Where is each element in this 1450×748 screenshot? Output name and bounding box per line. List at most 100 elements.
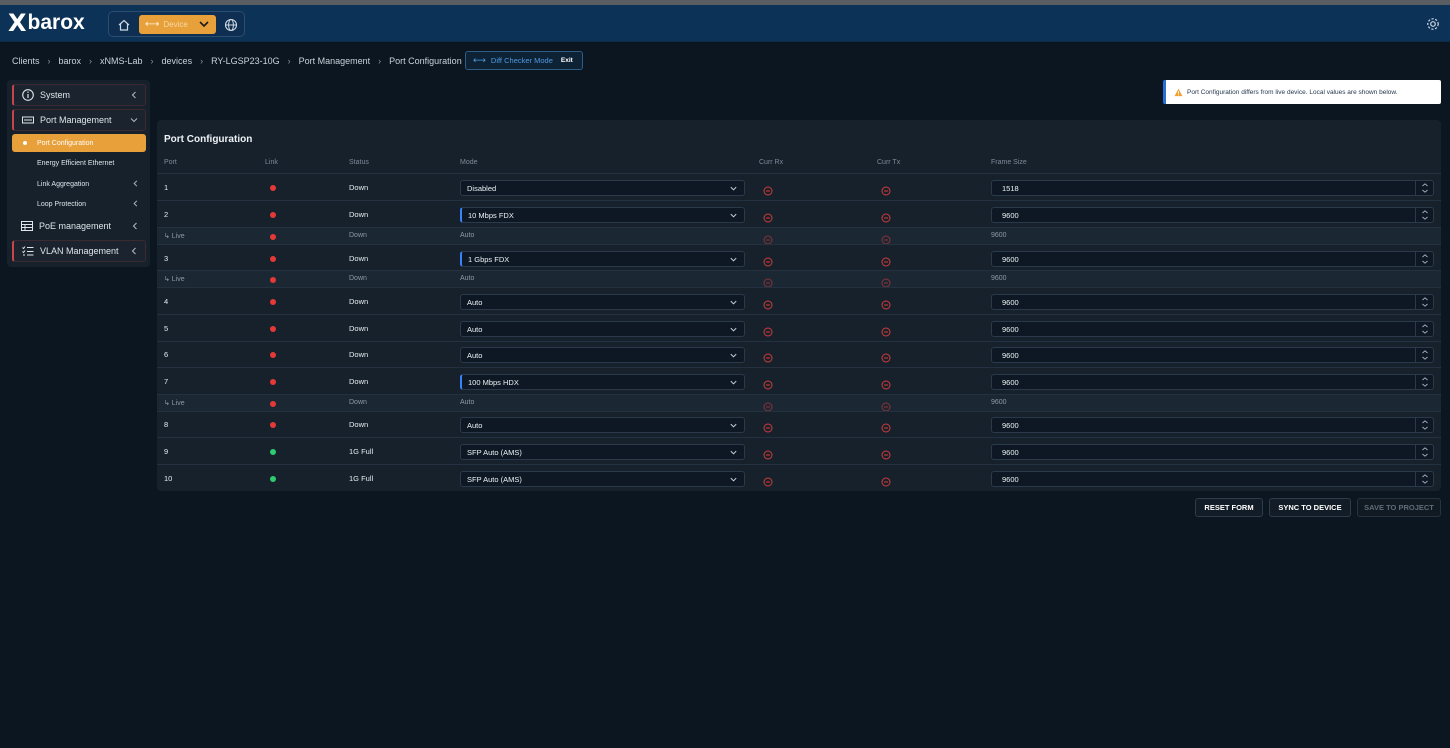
mode-select[interactable]: SFP Auto (AMS) xyxy=(460,444,745,460)
mode-select[interactable]: 100 Mbps HDX xyxy=(460,374,745,390)
breadcrumb-separator: › xyxy=(200,56,204,66)
chevron-left-icon xyxy=(129,246,139,256)
stepper-arrows-icon[interactable] xyxy=(1415,322,1433,336)
curr-rx-unavailable-icon xyxy=(763,210,773,223)
stepper-arrows-icon[interactable] xyxy=(1415,445,1433,459)
port-status: 1G Full xyxy=(349,447,374,456)
curr-rx-unavailable-icon xyxy=(763,324,773,337)
mode-select-value: SFP Auto (AMS) xyxy=(467,474,522,484)
port-status: 1G Full xyxy=(349,474,374,483)
sync-to-device-button[interactable]: SYNC TO DEVICE xyxy=(1269,498,1351,517)
breadcrumb-barox[interactable]: barox xyxy=(59,56,82,66)
breadcrumb-separator: › xyxy=(47,56,51,66)
save-to-project-button[interactable]: SAVE TO PROJECT xyxy=(1357,498,1441,517)
sidebar-item-label: Port Management xyxy=(40,115,112,125)
port-number: 5 xyxy=(164,324,169,333)
frame-size-value: 9600 xyxy=(1002,420,1019,430)
sidebar-item-vlan-management[interactable]: VLAN Management xyxy=(12,240,146,262)
curr-tx-unavailable-icon xyxy=(881,350,891,363)
sidebar-item-label: Energy Efficient Ethernet xyxy=(37,159,115,167)
mode-select[interactable]: Auto xyxy=(460,417,745,433)
sidebar-item-loop-protection[interactable]: Loop Protection xyxy=(12,196,146,212)
mode-select[interactable]: SFP Auto (AMS) xyxy=(460,471,745,487)
sidebar-item-label: System xyxy=(40,90,71,100)
frame-size-input[interactable]: 9600 xyxy=(991,251,1434,267)
barox-logo[interactable]: X barox xyxy=(8,9,85,37)
stepper-arrows-icon[interactable] xyxy=(1415,181,1433,195)
chevron-down-icon xyxy=(729,448,738,457)
mode-select[interactable]: Auto xyxy=(460,347,745,363)
sidebar-item-port-configuration[interactable]: Port Configuration xyxy=(12,134,146,152)
stepper-arrows-icon[interactable] xyxy=(1415,348,1433,362)
frame-size-input[interactable]: 1518 xyxy=(991,180,1434,196)
curr-rx-unavailable-icon xyxy=(763,275,773,288)
curr-rx-unavailable-icon xyxy=(763,297,773,310)
frame-size-input[interactable]: 9600 xyxy=(991,444,1434,460)
frame-size-input[interactable]: 9600 xyxy=(991,471,1434,487)
sidebar-item-port-management[interactable]: Port Management xyxy=(12,109,146,131)
sidebar-item-system[interactable]: System xyxy=(12,84,146,106)
port-number: 7 xyxy=(164,377,169,386)
port-number: 3 xyxy=(164,254,169,263)
diff-checker-mode-badge: ⟷ Diff Checker Mode Exit xyxy=(465,51,583,70)
mode-select[interactable]: Disabled xyxy=(460,180,745,196)
stepper-arrows-icon[interactable] xyxy=(1415,252,1433,266)
panel-title: Port Configuration xyxy=(164,134,253,145)
stepper-arrows-icon[interactable] xyxy=(1415,295,1433,309)
stepper-arrows-icon[interactable] xyxy=(1415,208,1433,222)
mode-select-value: Auto xyxy=(467,350,483,360)
stepper-arrows-icon[interactable] xyxy=(1415,375,1433,389)
frame-size-input[interactable]: 9600 xyxy=(991,374,1434,390)
stepper-arrows-icon[interactable] xyxy=(1415,472,1433,486)
breadcrumb-clients[interactable]: Clients xyxy=(12,56,40,66)
mode-select[interactable]: Auto xyxy=(460,294,745,310)
port-status: Down xyxy=(349,350,369,359)
breadcrumb-xnms-lab[interactable]: xNMS-Lab xyxy=(100,56,143,66)
frame-size-input[interactable]: 9600 xyxy=(991,294,1434,310)
frame-size-input[interactable]: 9600 xyxy=(991,207,1434,223)
breadcrumb-separator: › xyxy=(378,56,382,66)
breadcrumb-port-management[interactable]: Port Management xyxy=(299,56,371,66)
mode-select[interactable]: 1 Gbps FDX xyxy=(460,251,745,267)
sidebar-item-link-aggregation[interactable]: Link Aggregation xyxy=(12,176,146,192)
diff-mode-label: Diff Checker Mode xyxy=(490,56,553,65)
frame-size-input[interactable]: 9600 xyxy=(991,417,1434,433)
chevron-left-icon xyxy=(131,179,140,188)
gear-icon[interactable] xyxy=(1424,15,1442,33)
breadcrumb-device[interactable]: RY-LGSP23-10G xyxy=(211,56,280,66)
table-row: 9 1G Full SFP Auto (AMS) 9600 xyxy=(157,437,1441,464)
globe-icon[interactable] xyxy=(222,16,240,34)
reset-form-button[interactable]: RESET FORM xyxy=(1195,498,1263,517)
link-status-dot xyxy=(270,401,276,407)
port-status: Down xyxy=(349,297,369,306)
sidebar-item-label: Loop Protection xyxy=(37,200,87,208)
device-selector-button[interactable]: ⟷ Device xyxy=(139,15,216,34)
frame-size-input[interactable]: 9600 xyxy=(991,347,1434,363)
diff-mode-exit-button[interactable]: Exit xyxy=(561,57,573,64)
curr-rx-unavailable-icon xyxy=(763,474,773,487)
live-value-row: ↳ Live Down Auto 9600 xyxy=(157,270,1441,288)
curr-rx-unavailable-icon xyxy=(763,420,773,433)
curr-rx-unavailable-icon xyxy=(763,183,773,196)
port-status: Down xyxy=(349,232,367,239)
breadcrumb-devices[interactable]: devices xyxy=(162,56,193,66)
mode-select-value: 1 Gbps FDX xyxy=(468,254,510,264)
table-row: 4 Down Auto 9600 xyxy=(157,287,1441,314)
frame-size-input[interactable]: 9600 xyxy=(991,321,1434,337)
sidebar-item-poe-management[interactable]: PoE management xyxy=(12,215,146,237)
port-number: 2 xyxy=(164,210,169,219)
ethernet-port-icon xyxy=(21,113,35,127)
home-icon[interactable] xyxy=(115,16,133,34)
mode-select[interactable]: 10 Mbps FDX xyxy=(460,207,745,223)
column-header-link: Link xyxy=(265,159,278,166)
link-status-dot xyxy=(270,379,276,385)
sidebar: System Port Management Port Configuratio… xyxy=(7,80,150,267)
link-status-dot xyxy=(270,299,276,305)
stepper-arrows-icon[interactable] xyxy=(1415,418,1433,432)
checklist-icon xyxy=(21,244,35,258)
live-mode-value: Auto xyxy=(460,399,475,406)
live-value-row: ↳ Live Down Auto 9600 xyxy=(157,394,1441,412)
sidebar-item-energy-efficient-ethernet[interactable]: Energy Efficient Ethernet xyxy=(12,155,146,171)
mode-select[interactable]: Auto xyxy=(460,321,745,337)
active-dot-icon xyxy=(23,141,27,145)
